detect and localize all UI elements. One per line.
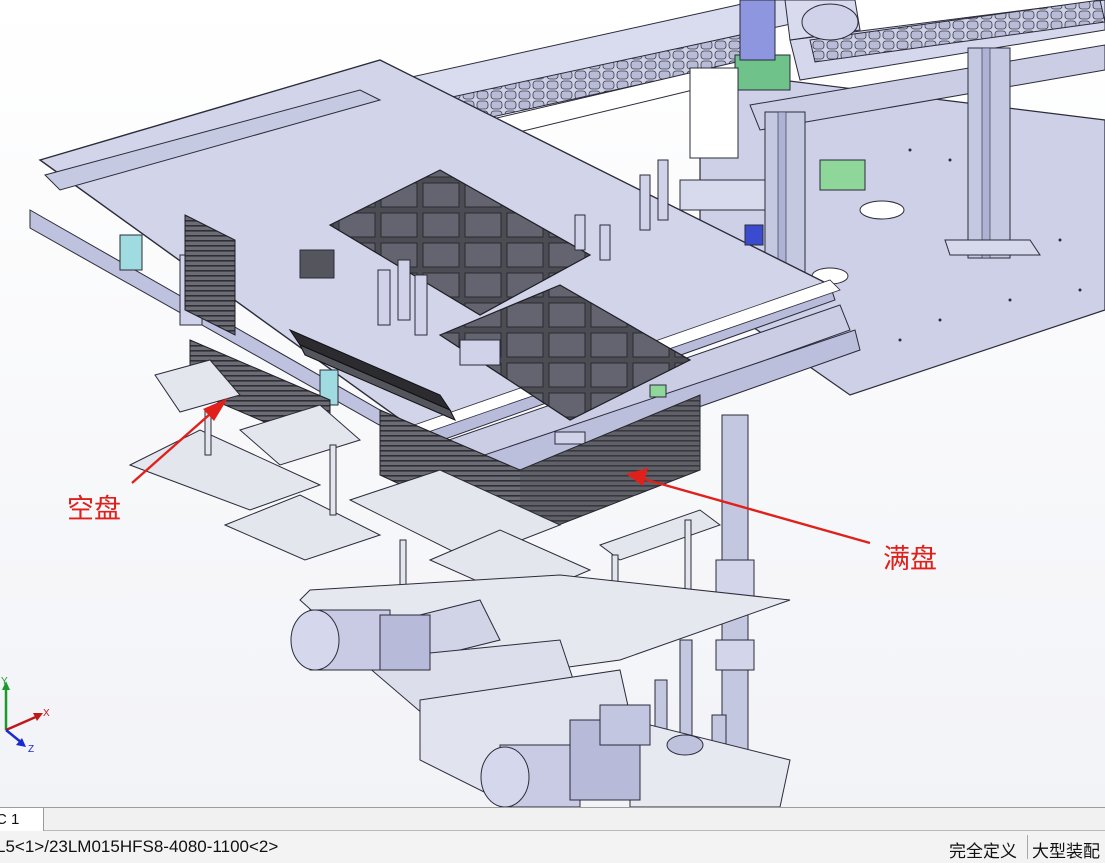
- assembly-model[interactable]: Y X Z: [0, 0, 1105, 807]
- annotation-full-tray: 满盘: [883, 544, 937, 575]
- tab-configuration[interactable]: C 1: [0, 808, 44, 831]
- motor-left: [290, 609, 431, 671]
- status-assembly-mode[interactable]: 大型装配: [1032, 837, 1100, 862]
- triad-y-label: Y: [1, 676, 8, 687]
- status-definition: 完全定义: [949, 842, 1017, 861]
- cad-window: Y X Z 空盘 满盘 C 1 L5<1>/23LM015HFS8-4080-1…: [0, 0, 1105, 863]
- triad-z-label: Z: [28, 744, 34, 755]
- status-component-path: L5<1>/23LM015HFS8-4080-1100<2>: [0, 837, 279, 856]
- configuration-tab-bar: C 1: [0, 807, 1105, 831]
- graphics-viewport[interactable]: Y X Z 空盘 满盘: [0, 0, 1105, 807]
- status-bar: L5<1>/23LM015HFS8-4080-1100<2> 完全定义 大型装配: [0, 831, 1105, 863]
- status-divider: [1027, 835, 1028, 859]
- annotation-empty-tray: 空盘: [67, 494, 121, 525]
- triad-x-label: X: [43, 708, 50, 719]
